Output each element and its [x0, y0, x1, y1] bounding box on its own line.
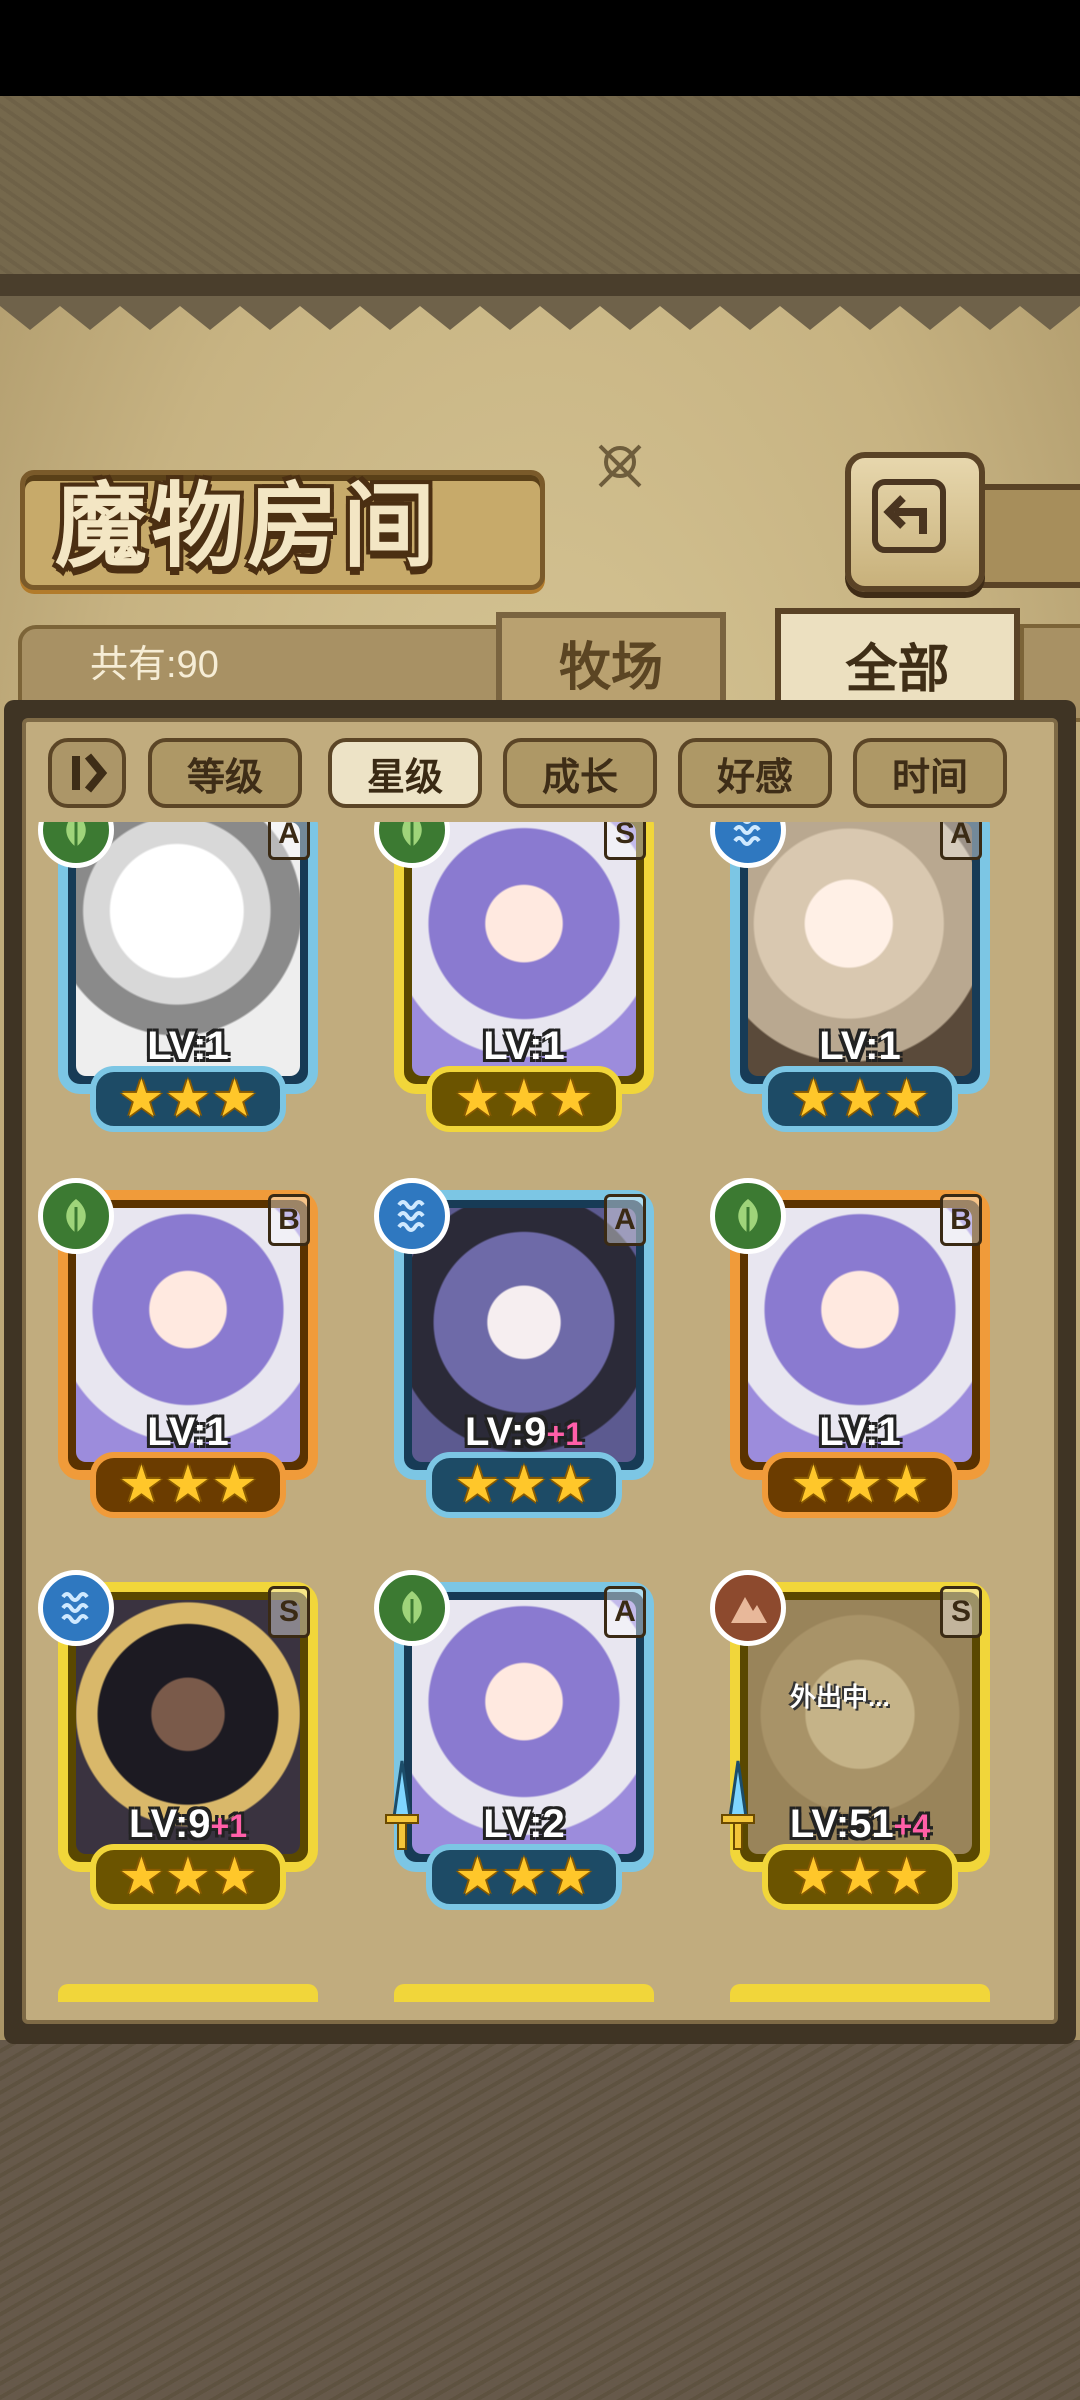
- rank-badge: B: [940, 1194, 982, 1246]
- monster-card-partial[interactable]: [394, 1984, 654, 2002]
- leaf-element-icon: [710, 1178, 786, 1254]
- monster-card-partial[interactable]: [730, 1984, 990, 2002]
- water-element-icon: [374, 1178, 450, 1254]
- sort-growth-button[interactable]: 成长: [503, 738, 657, 808]
- page-title: 魔物房间: [55, 476, 440, 578]
- star-rating: ★★★: [426, 1066, 622, 1132]
- rank-badge: A: [268, 822, 310, 860]
- rank-badge: B: [268, 1194, 310, 1246]
- sort-order-button[interactable]: [48, 738, 126, 808]
- star-rating: ★★★: [426, 1844, 622, 1910]
- monster-card[interactable]: S LV:1 ★★★: [374, 822, 674, 1134]
- leaf-element-icon: [374, 1570, 450, 1646]
- monster-card[interactable]: 外出中... S LV:51+4 ★★★: [710, 1570, 1010, 1912]
- monster-card[interactable]: A LV:9+1 ★★★: [374, 1178, 674, 1520]
- monster-card[interactable]: S LV:9+1 ★★★: [38, 1570, 338, 1912]
- monster-card[interactable]: B LV:1 ★★★: [710, 1178, 1010, 1520]
- star-rating: ★★★: [90, 1452, 286, 1518]
- sort-affection-button[interactable]: 好感: [678, 738, 832, 808]
- monster-card[interactable]: A LV:1 ★★★: [710, 822, 1010, 1134]
- return-arrow-icon: [872, 479, 946, 553]
- rock-element-icon: [710, 1570, 786, 1646]
- sort-star-button[interactable]: 星级: [328, 738, 482, 808]
- rank-badge: A: [940, 822, 982, 860]
- monster-card[interactable]: A LV:2 ★★★: [374, 1570, 674, 1912]
- map-background-bottom: [0, 2040, 1080, 2400]
- zigzag-border-top: [0, 296, 1080, 330]
- level-label: LV:2: [483, 1802, 565, 1846]
- rank-badge: A: [604, 1194, 646, 1246]
- rank-badge: S: [268, 1586, 310, 1638]
- star-rating: ★★★: [90, 1066, 286, 1132]
- rank-badge: A: [604, 1586, 646, 1638]
- monster-card-partial[interactable]: [58, 1984, 318, 2002]
- away-status: 外出中...: [790, 1682, 890, 1712]
- level-label: LV:9+1: [465, 1410, 583, 1454]
- sort-level-button[interactable]: 等级: [148, 738, 302, 808]
- level-label: LV:51+4: [789, 1802, 931, 1846]
- level-label: LV:1: [147, 1024, 229, 1068]
- rank-badge: S: [604, 822, 646, 860]
- star-rating: ★★★: [762, 1452, 958, 1518]
- monster-count: 共有:90: [90, 644, 219, 686]
- star-rating: ★★★: [762, 1844, 958, 1910]
- back-button[interactable]: [845, 452, 985, 592]
- star-rating: ★★★: [426, 1452, 622, 1518]
- level-label: LV:1: [147, 1410, 229, 1454]
- star-rating: ★★★: [90, 1844, 286, 1910]
- rank-badge: S: [940, 1586, 982, 1638]
- tab-pasture[interactable]: 牧场: [496, 612, 726, 712]
- sort-order-icon: [72, 753, 108, 793]
- level-label: LV:1: [483, 1024, 565, 1068]
- level-label: LV:1: [819, 1410, 901, 1454]
- level-label: LV:9+1: [129, 1802, 247, 1846]
- map-background-top: [0, 96, 1080, 296]
- water-element-icon: [38, 1570, 114, 1646]
- leaf-element-icon: [38, 1178, 114, 1254]
- status-bar: [0, 0, 1080, 96]
- level-label: LV:1: [819, 1024, 901, 1068]
- sort-time-button[interactable]: 时间: [853, 738, 1007, 808]
- monster-card[interactable]: A LV:1 ★★★: [38, 822, 338, 1134]
- monster-card[interactable]: B LV:1 ★★★: [38, 1178, 338, 1520]
- star-rating: ★★★: [762, 1066, 958, 1132]
- skull-map-mark-icon: [598, 444, 642, 488]
- monster-grid: A LV:1 ★★★ S LV:1 ★★★ A LV:1 ★★★ B LV:1 …: [30, 822, 1050, 2002]
